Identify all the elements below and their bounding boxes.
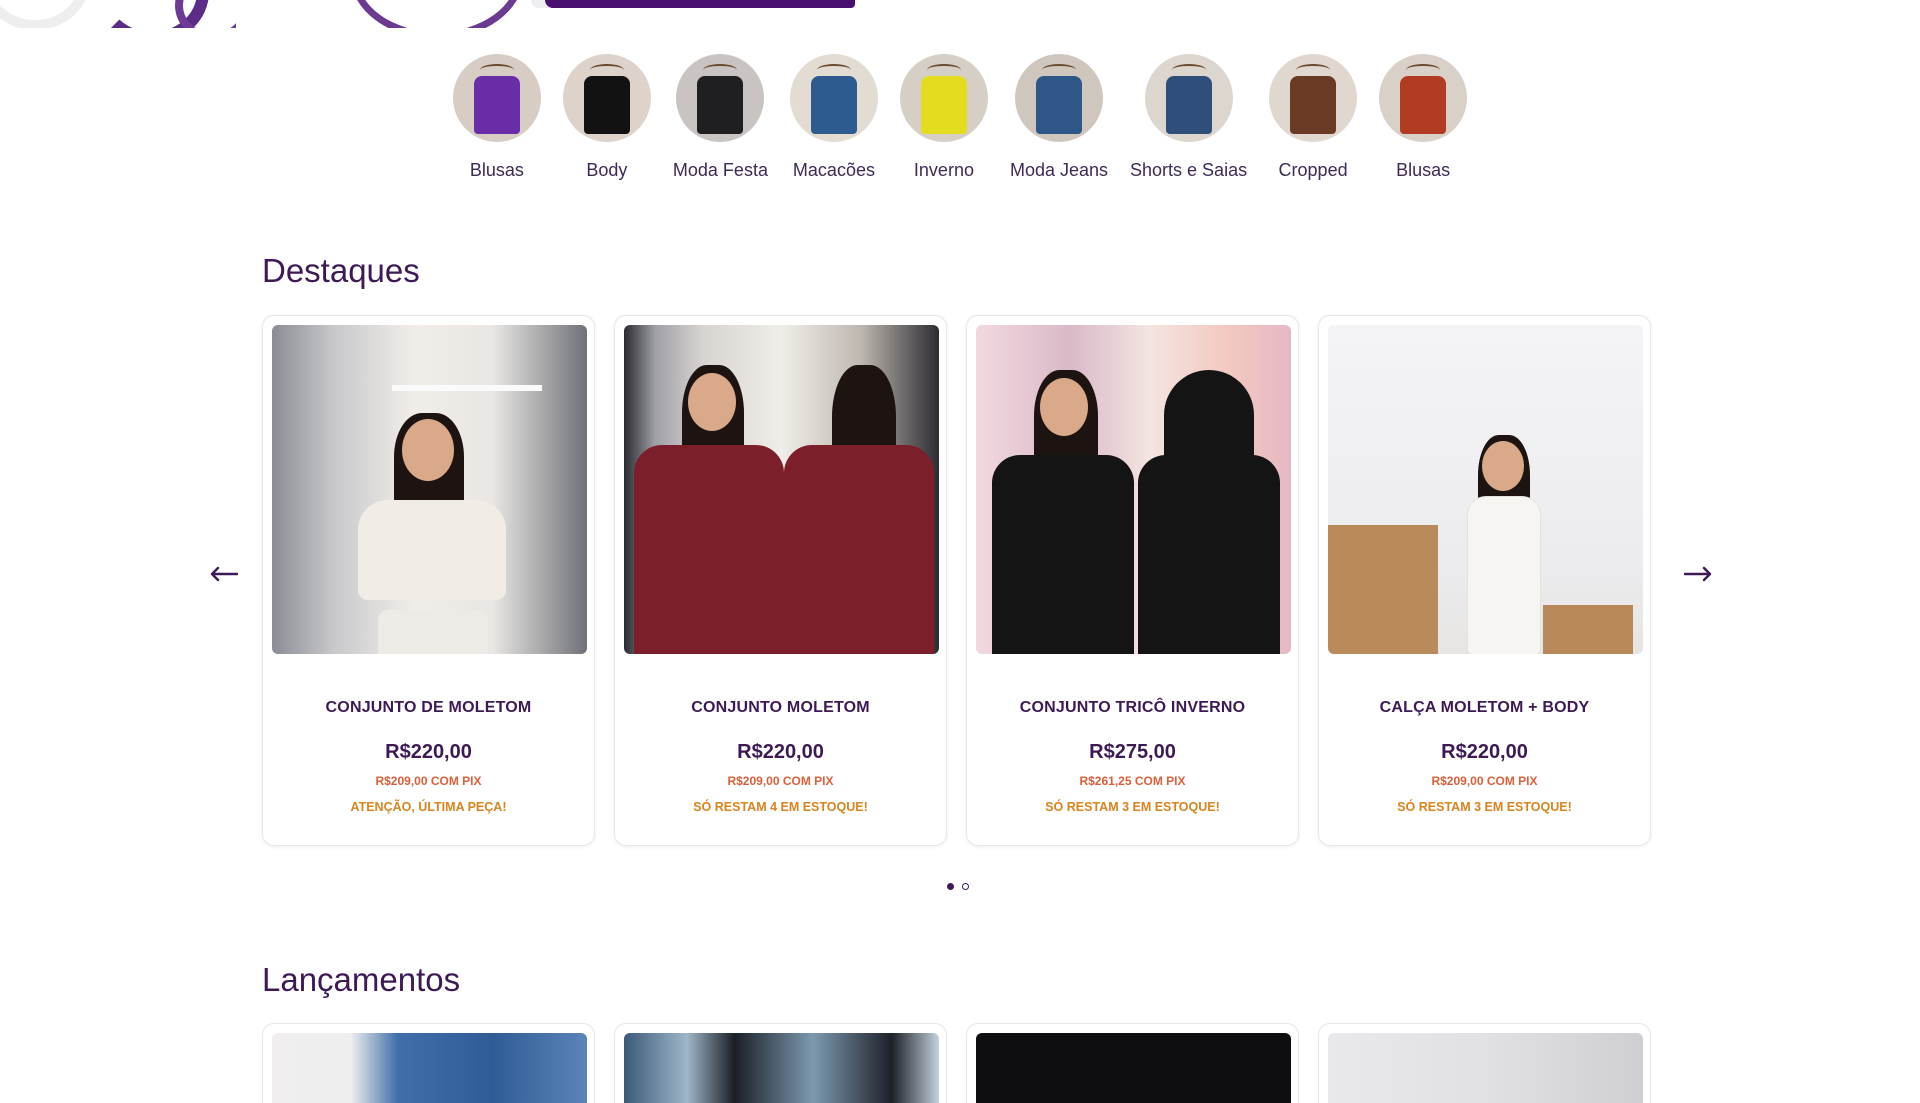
product-card[interactable]: CONJUNTO TRICÔ INVERNO R$275,00 R$261,25… bbox=[966, 315, 1299, 846]
product-price: R$275,00 bbox=[1089, 741, 1176, 763]
category-moda-jeans[interactable]: Moda Jeans bbox=[1010, 54, 1108, 181]
product-image bbox=[1328, 325, 1643, 654]
category-inverno[interactable]: Inverno bbox=[899, 54, 988, 181]
carousel-dot-2[interactable] bbox=[962, 883, 969, 890]
product-stock-notice: SÓ RESTAM 3 EM ESTOQUE! bbox=[1397, 800, 1572, 814]
product-card[interactable] bbox=[966, 1023, 1299, 1103]
category-label: Inverno bbox=[913, 160, 974, 180]
category-image bbox=[1379, 54, 1468, 142]
category-shorts-e-saias[interactable]: Shorts e Saias bbox=[1130, 54, 1247, 181]
category-label: Cropped bbox=[1278, 160, 1348, 180]
carousel-pagination bbox=[947, 883, 969, 890]
category-image bbox=[1144, 54, 1233, 142]
category-carousel: Blusas Body Moda Festa Macacões Inverno … bbox=[0, 54, 1920, 181]
carousel-prev-button[interactable] bbox=[206, 556, 242, 592]
product-pix-price: R$209,00 COM PIX bbox=[375, 774, 482, 788]
product-image bbox=[976, 325, 1291, 654]
arrow-left-icon bbox=[210, 566, 238, 582]
product-stock-notice: SÓ RESTAM 4 EM ESTOQUE! bbox=[693, 800, 868, 814]
product-stock-notice: ATENÇÃO, ÚLTIMA PEÇA! bbox=[350, 800, 507, 814]
category-label: Blusas bbox=[469, 160, 524, 180]
product-image bbox=[624, 325, 939, 654]
category-image bbox=[789, 54, 878, 142]
category-image bbox=[452, 54, 541, 142]
product-stock-notice: SÓ RESTAM 3 EM ESTOQUE! bbox=[1045, 800, 1220, 814]
category-cropped[interactable]: Cropped bbox=[1269, 54, 1358, 181]
product-price: R$220,00 bbox=[737, 741, 824, 763]
category-label: Shorts e Saias bbox=[1130, 160, 1248, 180]
category-image bbox=[899, 54, 988, 142]
product-pix-price: R$209,00 COM PIX bbox=[727, 774, 834, 788]
category-macacoes[interactable]: Macacões bbox=[789, 54, 878, 181]
product-image bbox=[272, 1033, 587, 1103]
category-moda-festa[interactable]: Moda Festa bbox=[673, 54, 768, 181]
category-blusas[interactable]: Blusas bbox=[452, 54, 541, 181]
product-image bbox=[976, 1033, 1291, 1103]
product-card[interactable]: CALÇA MOLETOM + BODY R$220,00 R$209,00 C… bbox=[1318, 315, 1651, 846]
category-blusas-2[interactable]: Blusas bbox=[1379, 54, 1468, 181]
product-pix-price: R$209,00 COM PIX bbox=[1431, 774, 1538, 788]
product-price: R$220,00 bbox=[385, 741, 472, 763]
product-card[interactable] bbox=[614, 1023, 947, 1103]
product-name: CONJUNTO DE MOLETOM bbox=[325, 699, 532, 716]
product-card[interactable] bbox=[1318, 1023, 1651, 1103]
category-image bbox=[1269, 54, 1358, 142]
product-image bbox=[1328, 1033, 1643, 1103]
category-body[interactable]: Body bbox=[562, 54, 651, 181]
section-title-destaques: Destaques bbox=[262, 252, 420, 289]
product-name: CONJUNTO MOLETOM bbox=[691, 699, 870, 716]
new-products-list bbox=[262, 1023, 1658, 1103]
section-title-lancamentos: Lançamentos bbox=[262, 961, 461, 998]
category-image bbox=[562, 54, 651, 142]
product-image bbox=[624, 1033, 939, 1103]
category-image bbox=[1014, 54, 1103, 142]
product-name: CALÇA MOLETOM + BODY bbox=[1379, 699, 1590, 716]
category-label: Moda Festa bbox=[672, 160, 768, 180]
product-image bbox=[272, 325, 587, 654]
product-card[interactable]: CONJUNTO MOLETOM R$220,00 R$209,00 COM P… bbox=[614, 315, 947, 846]
hero-banner-bottom-edge bbox=[0, 0, 1920, 28]
category-label: Macacões bbox=[792, 160, 875, 180]
featured-products-list: CONJUNTO DE MOLETOM R$220,00 R$209,00 CO… bbox=[262, 315, 1658, 846]
product-card[interactable]: CONJUNTO DE MOLETOM R$220,00 R$209,00 CO… bbox=[262, 315, 595, 846]
product-name: CONJUNTO TRICÔ INVERNO bbox=[1019, 699, 1246, 716]
product-card[interactable] bbox=[262, 1023, 595, 1103]
product-pix-price: R$261,25 COM PIX bbox=[1079, 774, 1186, 788]
product-price: R$220,00 bbox=[1441, 741, 1528, 763]
arrow-right-icon bbox=[1684, 566, 1712, 582]
carousel-next-button[interactable] bbox=[1680, 556, 1716, 592]
category-label: Blusas bbox=[1396, 160, 1451, 180]
category-image bbox=[676, 54, 765, 142]
carousel-dot-1[interactable] bbox=[947, 883, 954, 890]
category-label: Body bbox=[586, 160, 628, 180]
category-label: Moda Jeans bbox=[1009, 160, 1109, 180]
